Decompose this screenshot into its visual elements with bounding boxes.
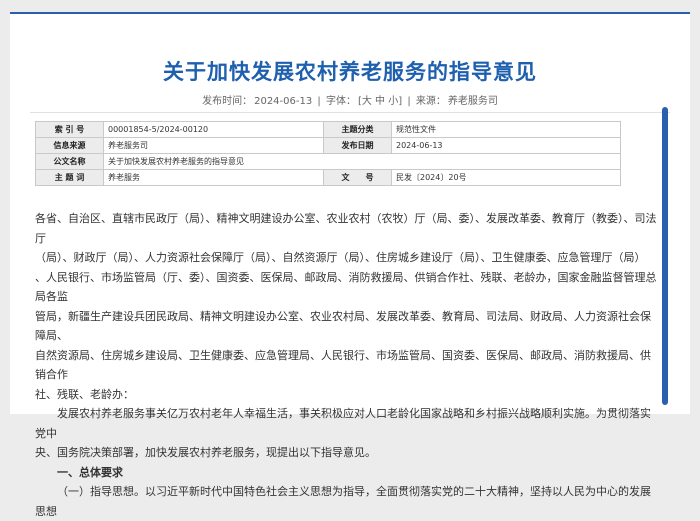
publish-date: 2024-06-13: [254, 96, 313, 107]
subject-words-value: 养老服务: [103, 169, 324, 186]
page-title: 关于加快发展农村养老服务的指导意见: [163, 60, 537, 84]
table-row: 索 引 号 00001854-5/2024-00120 主题分类 规范性文件: [35, 121, 621, 138]
recipients-line: 、人民银行、市场监管局（厅、委）、国资委、医保局、邮政局、消防救援局、供销合作社…: [35, 270, 657, 304]
document-number-label: 文 号: [323, 169, 392, 186]
section-paragraph: （一）指导思想。以习近平新时代中国特色社会主义思想为指导，全面贯彻落实党的二十大…: [35, 485, 651, 518]
meta-divider: |: [317, 96, 321, 107]
release-date-value: 2024-06-13: [391, 137, 621, 154]
doc-title-value: 关于加快发展农村养老服务的指导意见: [103, 153, 621, 170]
recipients-line: 自然资源局、住房城乡建设局、卫生健康委、应急管理局、人民银行、市场监管局、国资委…: [35, 348, 651, 382]
recipients-line: （局）、财政厅（局）、人力资源社会保障厅（局）、自然资源厅（局）、住房城乡建设厅…: [35, 251, 646, 264]
category-value: 规范性文件: [391, 121, 621, 138]
doc-title-label: 公文名称: [35, 153, 104, 170]
info-source-value: 养老服务司: [103, 137, 324, 154]
subject-words-label: 主 题 词: [35, 169, 104, 186]
recipients-line: 管局，新疆生产建设兵团民政局、精神文明建设办公室、农业农村局、发展改革委、教育局…: [35, 309, 651, 343]
document-meta: 发布时间： 2024-06-13 | 字体： [大 中 小] | 来源： 养老服务司: [10, 92, 690, 107]
category-label: 主题分类: [323, 121, 392, 138]
recipients-line: 社、残联、老龄办：: [35, 387, 134, 401]
table-row: 信息来源 养老服务司 发布日期 2024-06-13: [35, 137, 621, 154]
recipients-line: 各省、自治区、直辖市民政厅（局）、精神文明建设办公室、农业农村（农牧）厅（局、委…: [35, 212, 657, 245]
document-body: 各省、自治区、直辖市民政厅（局）、精神文明建设办公室、农业农村（农牧）厅（局、委…: [35, 209, 660, 521]
source-value: 养老服务司: [447, 96, 498, 107]
document-info-table: 索 引 号 00001854-5/2024-00120 主题分类 规范性文件 信…: [35, 121, 621, 186]
font-size-selector[interactable]: [大 中 小]: [358, 96, 402, 107]
source-label: 来源：: [415, 96, 446, 107]
index-number-label: 索 引 号: [35, 121, 104, 138]
section-heading: 一、总体要求: [57, 465, 123, 479]
info-source-label: 信息来源: [35, 137, 104, 154]
scrollbar-thumb[interactable]: [662, 107, 668, 405]
publish-date-label: 发布时间：: [202, 96, 253, 107]
font-size-label: 字体：: [325, 96, 356, 107]
meta-divider: |: [407, 96, 411, 107]
table-row: 公文名称 关于加快发展农村养老服务的指导意见: [35, 153, 621, 170]
title-divider: [30, 112, 670, 113]
intro-paragraph-line: 央、国务院决策部署，加快发展农村养老服务，现提出以下指导意见。: [35, 446, 376, 459]
intro-paragraph-line: 发展农村养老服务事关亿万农村老年人幸福生活，事关积极应对人口老龄化国家战略和乡村…: [35, 407, 651, 440]
release-date-label: 发布日期: [323, 137, 392, 154]
index-number-value: 00001854-5/2024-00120: [103, 121, 324, 138]
document-number-value: 民发〔2024〕20号: [391, 169, 621, 186]
table-row: 主 题 词 养老服务 文 号 民发〔2024〕20号: [35, 169, 621, 186]
